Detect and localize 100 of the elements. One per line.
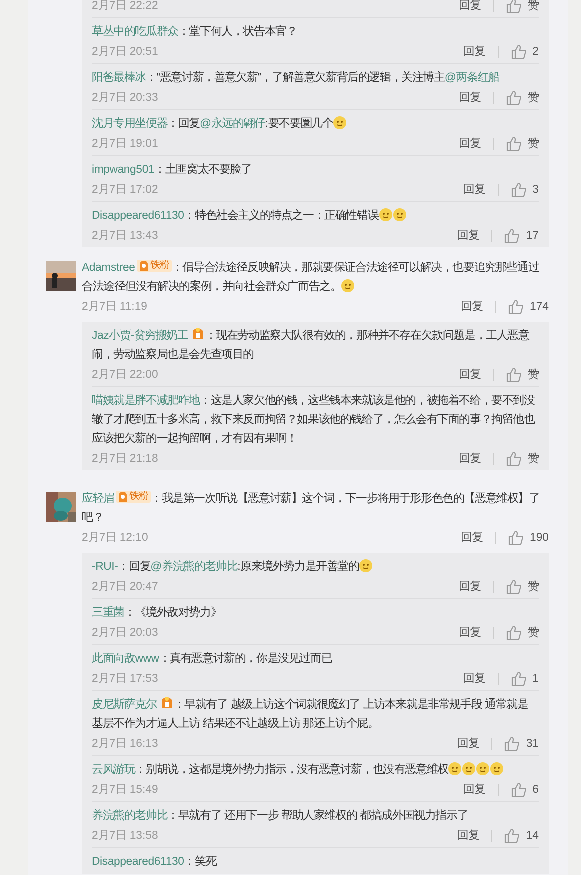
timestamp: 2月7日 16:13	[92, 737, 158, 751]
timestamp: 2月7日 22:00	[92, 368, 158, 382]
smiley-icon	[448, 762, 462, 776]
username-link[interactable]: 养浣熊的老帅比	[92, 810, 168, 822]
reply-link[interactable]: 回复	[457, 736, 480, 751]
username-link[interactable]: 皮尼斯萨克尔	[92, 699, 157, 711]
comment-text: 喵姨就是胖不减肥咋地：这是人家欠他的钱，这些钱本来就该是他的，被拖着不给，要不到没辙了才爬到五十多米高，救下来反而拘留？如果该他的钱给了，怎么会有下面的事？拘留他也应该把欠薪的一起拘留啊，才有因有果啊！	[92, 393, 536, 447]
reply-link[interactable]: 回复	[459, 0, 481, 13]
username-link[interactable]: 阳爸最棒冰	[92, 72, 146, 84]
thumbs-up-icon	[506, 0, 522, 14]
smiley-icon	[392, 208, 407, 222]
reply-link[interactable]: 回复	[459, 136, 481, 151]
smiley-icon	[490, 762, 504, 776]
like-button[interactable]: 赞	[506, 450, 539, 466]
like-button[interactable]: 3	[510, 182, 539, 198]
badge-icon	[118, 491, 128, 503]
comment-text: 草丛中的吃瓜群众：堂下何人，状告本官？	[92, 24, 298, 40]
timestamp: 2月7日 20:33	[92, 91, 158, 105]
timestamp: 2月7日 17:53	[92, 672, 158, 686]
smiley-icon	[333, 116, 348, 130]
like-button[interactable]: 31	[504, 736, 539, 752]
like-button[interactable]: 190	[508, 530, 549, 546]
like-button[interactable]: 赞	[506, 136, 539, 152]
comment-text: impwang501：土匪窝太不要脸了	[92, 162, 253, 178]
reply-link[interactable]: 回复	[460, 299, 483, 314]
like-button[interactable]: 赞	[506, 90, 539, 106]
like-button[interactable]: 6	[510, 782, 539, 798]
like-button[interactable]: 14	[504, 828, 539, 844]
comment-text: 沈月专用坐便器：回复@永远的翺仔:要不要圜几个	[92, 115, 539, 134]
timestamp: 2月7日 11:19	[82, 300, 148, 314]
reply-link[interactable]: 回复	[464, 782, 486, 797]
like-button[interactable]: 174	[508, 298, 549, 314]
smiley-icon	[476, 762, 490, 776]
thumbs-up-icon	[506, 578, 522, 594]
username-link[interactable]: 云风游玩	[92, 764, 136, 776]
smiley-icon	[462, 762, 476, 776]
thumbs-up-icon	[508, 530, 524, 546]
comment-text: Disappeared61130：特色社会主义的特点之一：正确性错误	[92, 207, 539, 226]
timestamp: 2月7日 12:10	[82, 531, 148, 545]
username-link[interactable]: Adamstree	[82, 262, 136, 274]
username-link[interactable]: 喵姨就是胖不减肥咋地	[92, 395, 200, 407]
username-link[interactable]: 草丛中的吃瓜群众	[92, 26, 178, 38]
like-button[interactable]: 赞	[506, 0, 539, 14]
reply-link[interactable]: 回复	[460, 530, 483, 545]
comment-text: Disappeared61130：笑死	[92, 854, 218, 870]
thumbs-up-icon	[510, 782, 527, 798]
reply-link[interactable]: 回复	[459, 90, 481, 105]
thumbs-up-icon	[506, 90, 522, 106]
username-link[interactable]: Disappeared61130	[92, 210, 184, 222]
vip-icon	[160, 696, 174, 710]
like-button[interactable]: 1	[510, 670, 539, 686]
mention-link[interactable]: @养浣熊的老帅比	[150, 561, 238, 573]
comment-text: 养浣熊的老帅比：早就有了 还用下一步 帮助人家维权的 都搞成外国视力指示了	[92, 808, 470, 824]
username-link[interactable]: -RUI-	[92, 561, 118, 573]
thumbs-up-icon	[506, 624, 522, 640]
timestamp: 2月7日 19:01	[92, 137, 158, 151]
mention-link[interactable]: @两条红船	[444, 72, 500, 84]
username-link[interactable]: Disappeared61130	[92, 856, 184, 868]
mention-link[interactable]: @永远的翺仔	[200, 118, 266, 130]
username-link[interactable]: 三重菌	[92, 607, 124, 619]
reply-link[interactable]: 回复	[464, 182, 486, 197]
reply-link[interactable]: 回复	[459, 579, 481, 594]
like-button[interactable]: 赞	[506, 366, 539, 382]
thumbs-up-icon	[506, 136, 522, 152]
comment-text: 阳爸最棒冰：“恶意讨薪，善意欠薪”，了解善意欠薪背后的逻辑，关注博主@两条红船	[92, 70, 501, 86]
username-link[interactable]: Jaz小贾-贫穷搬奶工	[92, 330, 188, 342]
timestamp: 2月7日 20:03	[92, 626, 158, 640]
timestamp: 2月7日 22:22	[92, 0, 158, 13]
reply-link[interactable]: 回复	[464, 44, 486, 59]
timestamp: 2月7日 20:47	[92, 580, 158, 594]
thumbs-up-icon	[504, 228, 520, 244]
reply-link[interactable]: 回复	[459, 367, 481, 382]
reply-link[interactable]: 回复	[459, 625, 481, 640]
fan-badge: 铁粉	[116, 491, 152, 503]
reply-link[interactable]: 回复	[457, 828, 480, 843]
username-link[interactable]: 沈月专用坐便器	[92, 118, 168, 130]
badge-icon	[139, 260, 150, 272]
smiley-icon	[378, 208, 393, 222]
comment-text: 此面向敌www：真有恶意讨薪的，你是没见过而已	[92, 652, 334, 667]
username-link[interactable]: 应轻眉	[82, 493, 114, 505]
comment-text: 皮尼斯萨克尔 ：早就有了 越级上访这个词就很魔幻了 上访本来就是非常规手段 通常就是基层不作为才逼人上访 结果还不让越级上访 那还上访个屁。	[92, 696, 539, 734]
like-button[interactable]: 赞	[506, 624, 539, 640]
username-link[interactable]: impwang501	[92, 164, 155, 176]
fan-badge: 铁粉	[137, 260, 172, 272]
thumbs-up-icon	[510, 182, 527, 198]
timestamp: 2月7日 20:51	[92, 45, 158, 59]
thumbs-up-icon	[504, 736, 520, 752]
reply-link[interactable]: 回复	[464, 671, 486, 686]
timestamp: 2月7日 15:49	[92, 783, 158, 797]
timestamp: 2月7日 21:18	[92, 452, 158, 466]
reply-link[interactable]: 回复	[459, 451, 481, 466]
comment-text: 云风游玩：别胡说，这都是境外势力指示，没有恶意讨薪，也没有恶意维权	[92, 761, 539, 780]
like-button[interactable]: 17	[504, 228, 539, 244]
thumbs-up-icon	[510, 670, 527, 686]
username-link[interactable]: 此面向敌www	[92, 653, 160, 665]
like-button[interactable]: 赞	[506, 578, 539, 594]
timestamp: 2月7日 17:02	[92, 183, 158, 197]
reply-link[interactable]: 回复	[457, 228, 480, 243]
like-button[interactable]: 2	[510, 44, 539, 60]
thumbs-up-icon	[504, 828, 520, 844]
